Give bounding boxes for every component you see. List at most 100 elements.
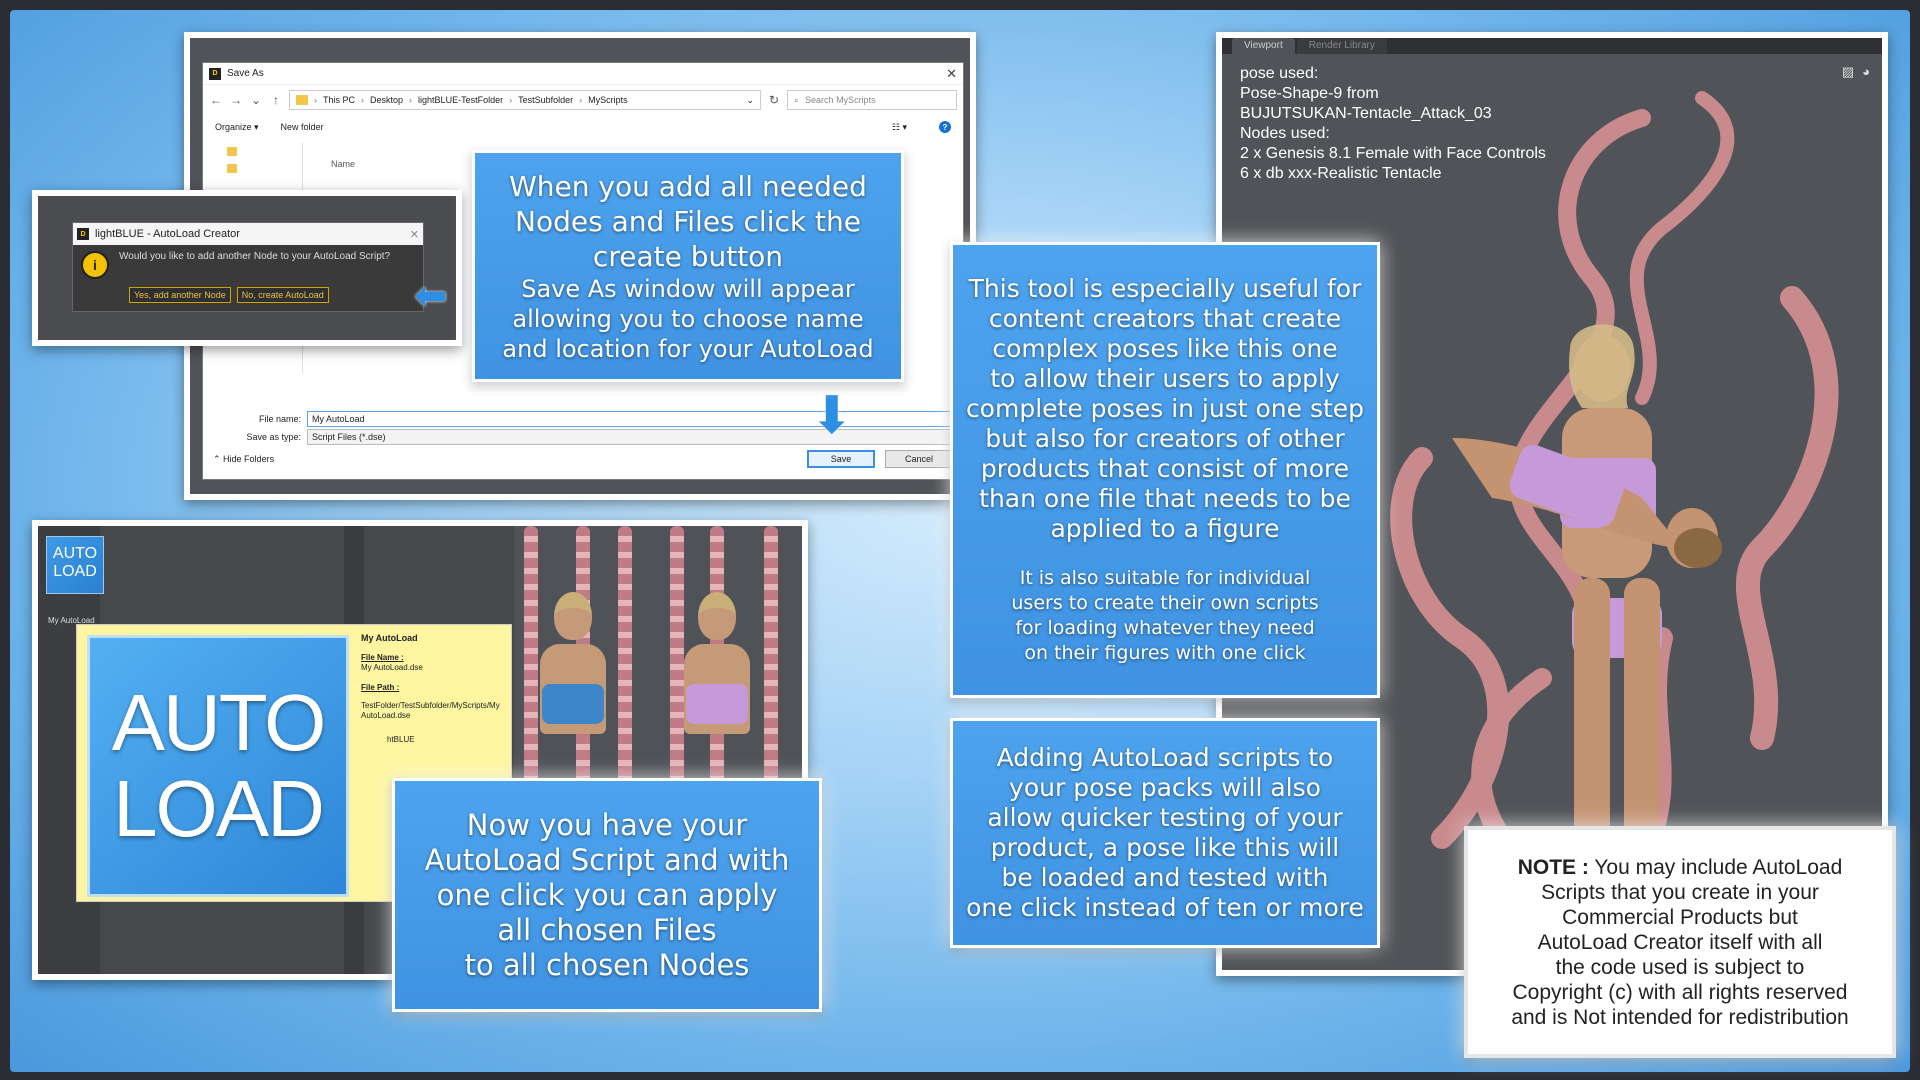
up-arrow-icon[interactable]: ↑ [269,93,283,107]
close-icon[interactable]: ✕ [410,228,419,241]
refresh-icon[interactable]: ↻ [767,93,781,107]
testing-info-box: Adding AutoLoad scripts to your pose pac… [950,718,1380,948]
dialog-title: lightBLUE - AutoLoad Creator [95,228,240,240]
tool-sub-line: for loading whatever they need [1015,617,1315,639]
tool-line: complete poses in just one step [965,394,1365,423]
create-line-4: Save As window will appear [521,274,855,303]
apply-line: Now you have your [466,807,748,842]
tentacle [764,526,778,782]
save-as-title: Save As [227,68,264,79]
address-dropdown-icon[interactable]: ⌄ [746,95,754,106]
column-header-name[interactable]: Name [331,159,355,169]
dialog-backdrop: D lightBLUE - AutoLoad Creator ✕ i Would… [38,196,456,340]
note-line: and is Not intended for redistribution [1511,1005,1849,1029]
organize-menu[interactable]: Organize ▾ [215,122,259,133]
breadcrumb-desktop[interactable]: Desktop [370,95,403,105]
tab-viewport[interactable]: Viewport [1232,38,1295,54]
tool-line: to allow their users to apply [990,364,1340,393]
autoload-logo: AUTO LOAD [87,635,349,897]
chevron-up-icon: ⌃ [213,453,224,464]
dialog-titlebar: D lightBLUE - AutoLoad Creator ✕ [73,223,423,245]
no-create-autoload-button[interactable]: No, create AutoLoad [236,287,329,303]
testing-line: one click instead of ten or more [966,893,1364,922]
arrow-down-icon: ⬇ [810,387,854,445]
create-line-3: create button [592,239,784,273]
cancel-button[interactable]: Cancel [885,450,953,468]
viewport-tabs: Viewport Render Library [1222,38,1882,54]
female-figure-1 [532,592,612,782]
create-line-5: allowing you to choose name [512,304,864,333]
folder-icon [227,147,237,156]
yes-add-node-button[interactable]: Yes, add another Node [129,287,231,303]
tool-line: applied to a figure [1050,514,1280,543]
arrow-left-icon: ⬅ [414,274,448,318]
tentacle [1629,91,1735,405]
save-button[interactable]: Save [807,450,875,468]
create-line-1: When you add all needed [509,169,867,203]
close-icon[interactable]: ✕ [946,66,957,82]
blue-sports-top [542,684,604,724]
apply-line: to all chosen Nodes [464,947,750,982]
file-path-heading: File Path : [361,683,400,692]
logo-line-1: AUTO [111,678,327,767]
testing-line: product, a pose like this will [990,833,1340,862]
tab-render-library[interactable]: Render Library [1296,38,1387,54]
tool-line: This tool is especially useful for [968,274,1362,303]
tool-line: but also for creators of other [985,424,1345,453]
note-label: NOTE : [1517,855,1589,879]
save-as-footer: ⌃ Hide Folders Save Cancel [203,439,963,479]
dialog-buttons: Yes, add another Node No, create AutoLoa… [129,287,329,303]
chevron-down-icon[interactable]: ⌄ [249,93,263,107]
help-icon[interactable]: ? [939,121,951,133]
draw-style-icon[interactable]: ◕ [1862,64,1870,80]
dialog-body: i Would you like to add another Node to … [73,245,423,285]
new-folder-button[interactable]: New folder [281,122,324,132]
note-line: the code used is subject to [1555,955,1805,979]
hide-folders-toggle[interactable]: ⌃ Hide Folders [213,454,274,465]
file-path-value: TestFolder/TestSubfolder/MyScripts/My Au… [361,701,500,720]
file-name-heading: File Name : [361,653,404,662]
tool-sub-line: users to create their own scripts [1011,592,1319,614]
breadcrumb-this-pc[interactable]: This PC [323,95,355,105]
apply-line: AutoLoad Script and with [424,842,790,877]
testing-line: Adding AutoLoad scripts to [996,743,1334,772]
create-instructions-box: When you add all needed Nodes and Files … [472,150,904,382]
hide-folders-label: Hide Folders [223,453,275,464]
card-title: My AutoLoad [361,633,418,643]
save-as-toolbar: Organize ▾ New folder ☷ ▾ ? [203,115,963,139]
file-name-label: File name: [258,414,301,424]
folder-icon [296,95,308,105]
daz-logo-icon: D [77,228,89,240]
info-icon: i [81,251,109,279]
breadcrumb-testsubfolder[interactable]: TestSubfolder [518,95,573,105]
address-bar[interactable]: › This PC › Desktop › lightBLUE-TestFold… [289,90,761,110]
view-options-icon[interactable]: ☷ ▾ [892,122,907,133]
create-line-2: Nodes and Files click the [515,204,861,238]
note-line: Copyright (c) with all rights reserved [1512,980,1848,1004]
address-row: ← → ⌄ ↑ › This PC › Desktop › lightBLUE-… [203,85,963,115]
copyright-note-box: NOTE : You may include AutoLoad Scripts … [1464,826,1896,1058]
apply-line: all chosen Files [497,912,717,947]
breadcrumb-testfolder[interactable]: lightBLUE-TestFolder [418,95,503,105]
note-line: AutoLoad Creator itself with all [1537,930,1823,954]
autoload-thumbnail[interactable]: AUTO LOAD [46,536,104,594]
tool-line: complex poses like this one [992,334,1338,363]
forward-arrow-icon[interactable]: → [229,93,243,107]
testing-line: your pose packs will also [1009,773,1321,802]
note-line: Scripts that you create in your [1541,880,1819,904]
tool-subtext: It is also suitable for individual users… [963,566,1367,666]
apply-info-box: Now you have your AutoLoad Script and wi… [392,778,822,1012]
search-input[interactable]: ⌕ Search MyScripts [787,90,957,110]
tool-line: products that consist of more [980,454,1350,483]
back-arrow-icon[interactable]: ← [209,93,223,107]
dialog-screenshot-panel: D lightBLUE - AutoLoad Creator ✕ i Would… [32,190,462,346]
female-figure-2 [676,592,756,782]
tool-sub-line: on their figures with one click [1024,642,1306,664]
script-details: My AutoLoad File Name : My AutoLoad.dse … [361,633,507,745]
breadcrumb-myscripts[interactable]: MyScripts [588,95,628,105]
tentacle [618,526,632,782]
daz-logo-icon: D [209,67,221,80]
file-name-field[interactable]: My AutoLoad [307,411,951,427]
tile-small-text-2: LOAD [53,563,97,580]
pink-sports-top [686,684,748,724]
